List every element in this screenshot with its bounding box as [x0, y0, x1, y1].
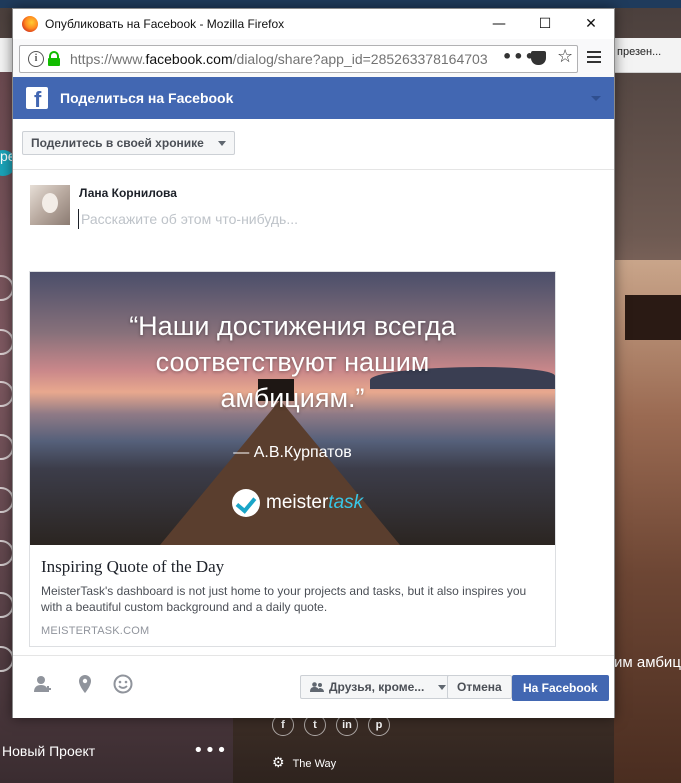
facebook-logo-icon: f: [26, 87, 48, 109]
share-target-select[interactable]: Поделитесь в своей хронике: [22, 131, 235, 155]
quote-line: “Наши достижения всегда: [129, 311, 456, 341]
share-target-bar: Поделитесь в своей хронике: [13, 119, 614, 170]
window-titlebar: Опубликовать на Facebook - Mozilla Firef…: [13, 9, 614, 39]
checkmark-icon: [232, 489, 260, 517]
url-domain: facebook.com: [145, 51, 233, 67]
quote-text: “Наши достижения всегда соответствуют на…: [30, 308, 555, 416]
url-path: /dialog/share?app_id=285263378164703: [232, 51, 488, 67]
gear-icon: ⚙: [272, 754, 285, 770]
close-button[interactable]: ✕: [568, 9, 614, 39]
background-photo-hut: [625, 295, 681, 340]
url-field[interactable]: i https://www.facebook.com/dialog/share?…: [19, 45, 578, 73]
background-name: The Way: [292, 758, 337, 770]
background-bookmark[interactable]: презен...: [617, 46, 661, 58]
meistertask-wordmark: meistertask: [266, 492, 363, 514]
caret-down-icon: [438, 685, 447, 690]
card-description: MeisterTask's dashboard is not just home…: [41, 584, 527, 614]
link-preview-card[interactable]: “Наши достижения всегда соответствуют на…: [29, 271, 556, 647]
info-icon[interactable]: i: [28, 51, 44, 67]
image-pier: [160, 400, 400, 545]
window-title: Опубликовать на Facebook - Mozilla Firef…: [45, 17, 285, 31]
caret-down-icon: [217, 141, 226, 146]
firefox-popup-window: Опубликовать на Facebook - Mozilla Firef…: [12, 8, 615, 718]
hamburger-menu-icon[interactable]: [587, 51, 601, 63]
dialog-title: Поделиться на Facebook: [60, 90, 234, 106]
lock-icon: [48, 51, 60, 66]
tag-friends-icon[interactable]: [33, 674, 53, 694]
url-text: https://www.facebook.com/dialog/share?ap…: [70, 51, 502, 67]
audience-label: Друзья, кроме...: [329, 680, 425, 694]
friends-icon: [310, 682, 324, 692]
background-quote-fragment: им амбиц: [614, 654, 681, 671]
card-title: Inspiring Quote of the Day: [41, 557, 225, 576]
quote-line: амбициям.”: [220, 383, 365, 413]
logo-task: task: [328, 492, 364, 513]
card-domain: MEISTERTASK.COM: [41, 625, 150, 637]
avatar: [30, 185, 70, 225]
more-options-icon[interactable]: •••: [193, 740, 228, 761]
quote-author: — А.В.Курпатов: [233, 444, 352, 461]
emoji-icon[interactable]: [113, 674, 133, 694]
quote-line: соответствуют нашим: [155, 347, 430, 377]
minimize-button[interactable]: —: [476, 9, 522, 39]
logo-meister: meister: [266, 492, 329, 513]
bookmark-star-icon[interactable]: ☆: [557, 46, 573, 67]
share-target-label: Поделитесь в своей хронике: [31, 136, 204, 150]
audience-selector-button[interactable]: Друзья, кроме...: [300, 675, 456, 699]
preview-image: “Наши достижения всегда соответствуют на…: [30, 272, 555, 545]
firefox-logo-icon: [22, 16, 38, 32]
cancel-button[interactable]: Отмена: [447, 675, 512, 699]
background-project-name[interactable]: Новый Проект: [2, 743, 95, 759]
user-name: Лана Корнилова: [79, 186, 177, 200]
dialog-footer: Друзья, кроме... Отмена На Facebook: [13, 655, 614, 718]
dialog-header: f Поделиться на Facebook: [13, 77, 614, 119]
chevron-down-icon[interactable]: [591, 96, 601, 101]
background-settings[interactable]: ⚙ The Way: [272, 754, 336, 771]
location-pin-icon[interactable]: [75, 674, 95, 694]
pocket-icon[interactable]: [531, 51, 546, 65]
address-bar: i https://www.facebook.com/dialog/share?…: [13, 39, 614, 77]
maximize-button[interactable]: ☐: [522, 9, 568, 39]
post-message-input[interactable]: [78, 209, 561, 229]
taskbar-strip: [0, 0, 681, 8]
post-to-facebook-button[interactable]: На Facebook: [512, 675, 609, 701]
url-prefix: https://www.: [70, 51, 146, 67]
